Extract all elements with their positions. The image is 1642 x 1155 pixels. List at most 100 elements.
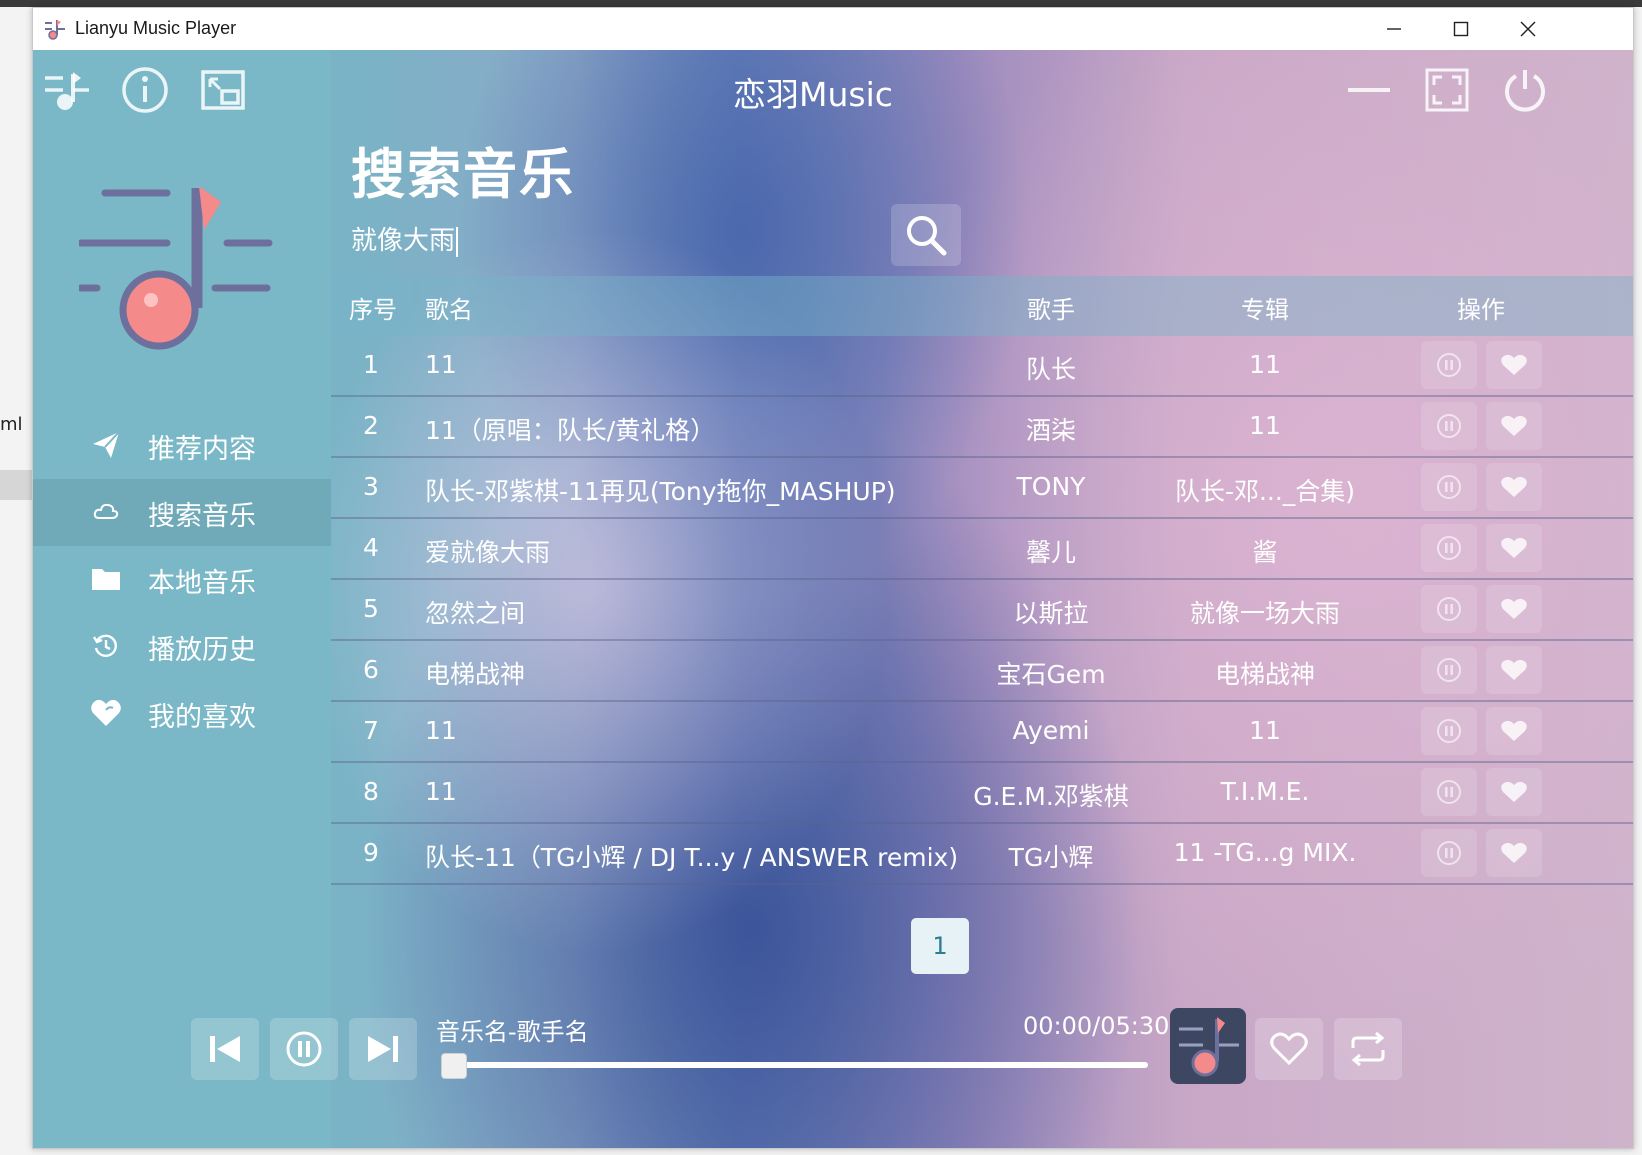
row-play-button[interactable] [1421, 707, 1477, 755]
row-play-button[interactable] [1421, 768, 1477, 816]
heart-icon [1501, 537, 1527, 558]
window-maximize-button[interactable] [1426, 8, 1496, 50]
pause-button[interactable] [270, 1018, 338, 1080]
table-row[interactable]: 2 11（原唱：队长/黄礼格） 酒柒 11 [331, 397, 1633, 458]
repeat-mode-button[interactable] [1334, 1018, 1402, 1080]
song-name: 爱就像大雨 [425, 538, 551, 567]
power-icon [1505, 70, 1545, 112]
sidebar-item-label: 推荐内容 [148, 434, 256, 465]
table-row[interactable]: 8 11 G.E.M.邓紫棋 T.I.M.E. [331, 763, 1633, 824]
pause-circle-icon [1437, 658, 1461, 682]
row-like-button[interactable] [1486, 585, 1542, 633]
like-button[interactable] [1255, 1018, 1323, 1080]
page-button-1[interactable]: 1 [911, 918, 969, 974]
app-minimize-button[interactable] [1341, 62, 1397, 118]
history-icon [89, 629, 123, 663]
table-row[interactable]: 7 11 Ayemi 11 [331, 702, 1633, 763]
search-input[interactable]: 就像大雨 [351, 220, 871, 262]
mini-mode-button[interactable] [195, 62, 251, 118]
row-play-button[interactable] [1421, 646, 1477, 694]
sidebar-item-local[interactable]: 本地音乐 [33, 546, 331, 613]
header-album: 专辑 [1241, 296, 1289, 324]
row-like-button[interactable] [1486, 524, 1542, 572]
row-like-button[interactable] [1486, 402, 1542, 450]
app-logo-icon [45, 20, 65, 40]
album-cover[interactable] [1170, 1008, 1246, 1084]
heart-icon [1501, 842, 1527, 863]
previous-button[interactable] [191, 1018, 259, 1080]
text-caret [456, 226, 459, 257]
folder-icon [89, 562, 123, 596]
pause-circle-icon [1437, 414, 1461, 438]
app-logo [79, 186, 273, 350]
sidebar-item-favorites[interactable]: 我的喜欢 [33, 680, 331, 747]
row-index: 9 [363, 838, 379, 867]
header-name: 歌名 [425, 296, 473, 324]
minimize-icon [1387, 28, 1401, 30]
playlist-music-button[interactable] [39, 62, 95, 118]
pause-icon [286, 1031, 322, 1067]
sidebar-item-search[interactable]: 搜索音乐 [33, 479, 331, 546]
row-index: 6 [363, 655, 379, 684]
pause-circle-icon [1437, 475, 1461, 499]
fullscreen-icon [1425, 68, 1469, 112]
power-button[interactable] [1497, 62, 1553, 118]
singer-name: 队长 [1025, 355, 1076, 384]
window-title: Lianyu Music Player [75, 18, 237, 38]
singer-name: Ayemi [1012, 716, 1090, 745]
row-like-button[interactable] [1486, 463, 1542, 511]
sidebar-item-recommend[interactable]: 推荐内容 [33, 412, 331, 479]
header-singer: 歌手 [1027, 296, 1075, 324]
album-name: 就像一场大雨 [1189, 599, 1340, 628]
album-name: 电梯战神 [1214, 660, 1315, 689]
search-button[interactable] [891, 204, 961, 266]
table-body: 1 11 队长 11 2 11（原唱：队长/黄礼格） 酒柒 11 3 队长-邓紫棋-11再见(To… [331, 336, 1633, 885]
table-row[interactable]: 9 队长-11（TG小辉 / DJ T...y / ANSWER remix) TG… [331, 824, 1633, 885]
table-row[interactable]: 5 忽然之间 以斯拉 就像一场大雨 [331, 580, 1633, 641]
singer-name: G.E.M.邓紫棋 [973, 782, 1129, 811]
window-minimize-button[interactable] [1359, 8, 1429, 50]
player-bar: 音乐名-歌手名 00:00/05:30 [33, 994, 1633, 1148]
progress-handle[interactable] [441, 1053, 467, 1079]
row-play-button[interactable] [1421, 341, 1477, 389]
row-like-button[interactable] [1486, 707, 1542, 755]
sidebar: 推荐内容 搜索音乐 本地音乐 播放历史 我的喜欢 [33, 50, 331, 1148]
info-button[interactable] [117, 62, 173, 118]
table-row[interactable]: 3 队长-邓紫棋-11再见(Tony拖你_MASHUP) TONY 队长-邓..._合… [331, 458, 1633, 519]
album-name: 队长-邓..._合集) [1174, 477, 1356, 506]
table-row[interactable]: 1 11 队长 11 [331, 336, 1633, 397]
row-play-button[interactable] [1421, 829, 1477, 877]
heart-icon [1501, 781, 1527, 802]
row-index: 4 [363, 533, 379, 562]
row-like-button[interactable] [1486, 341, 1542, 389]
heart-icon [1501, 476, 1527, 497]
sidebar-item-history[interactable]: 播放历史 [33, 613, 331, 680]
close-icon [1520, 21, 1536, 37]
song-name: 11 [425, 777, 457, 806]
minimize-icon [1348, 88, 1390, 92]
window-close-button[interactable] [1493, 8, 1563, 50]
album-name: 11 [1249, 411, 1281, 440]
row-play-button[interactable] [1421, 402, 1477, 450]
row-play-button[interactable] [1421, 463, 1477, 511]
search-input-value: 就像大雨 [351, 226, 456, 256]
title-bar: Lianyu Music Player [33, 8, 1633, 50]
cover-note-image [1179, 1017, 1239, 1077]
row-index: 8 [363, 777, 379, 806]
row-play-button[interactable] [1421, 585, 1477, 633]
sidebar-item-label: 播放历史 [148, 635, 256, 666]
song-name: 11 [425, 350, 457, 379]
progress-bar[interactable] [448, 1062, 1148, 1068]
row-like-button[interactable] [1486, 646, 1542, 694]
singer-name: TG小辉 [1008, 843, 1094, 872]
table-row[interactable]: 4 爱就像大雨 馨儿 酱 [331, 519, 1633, 580]
row-play-button[interactable] [1421, 524, 1477, 572]
brand-title: 恋羽Music [733, 75, 893, 114]
row-like-button[interactable] [1486, 768, 1542, 816]
next-button[interactable] [349, 1018, 417, 1080]
skip-next-icon [368, 1036, 398, 1062]
table-row[interactable]: 6 电梯战神 宝石Gem 电梯战神 [331, 641, 1633, 702]
singer-name: 馨儿 [1025, 538, 1076, 567]
fullscreen-button[interactable] [1419, 62, 1475, 118]
row-like-button[interactable] [1486, 829, 1542, 877]
